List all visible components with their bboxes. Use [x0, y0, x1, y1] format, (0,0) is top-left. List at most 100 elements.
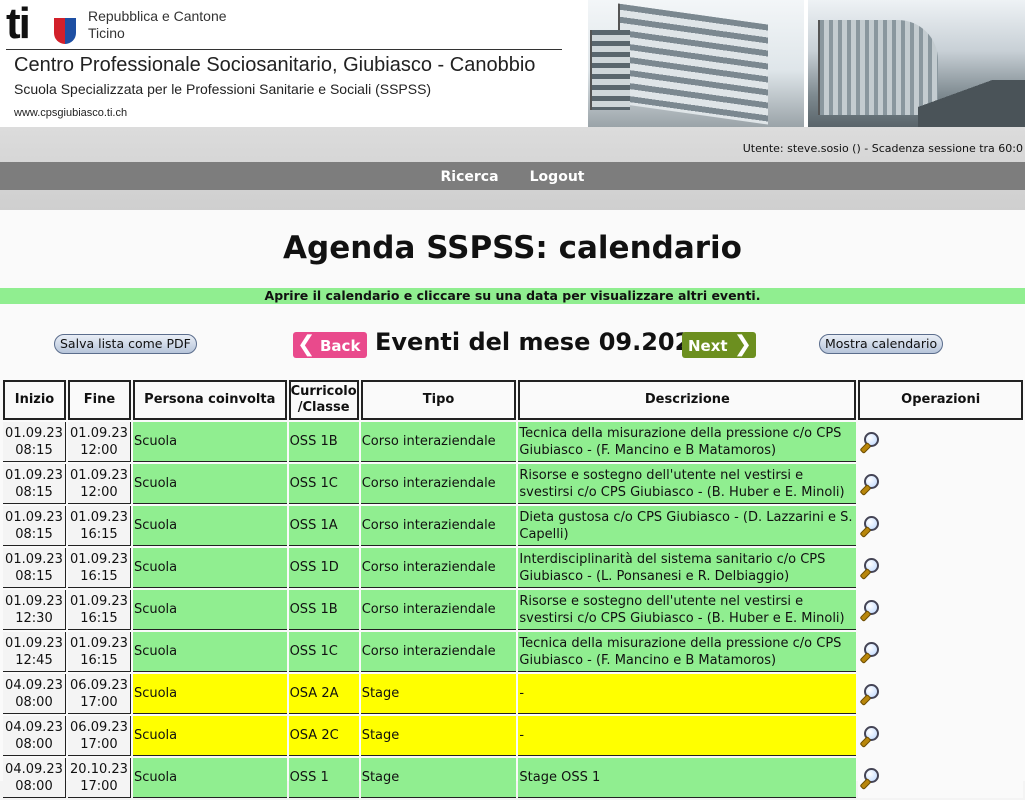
magnifier-icon[interactable]: [859, 557, 881, 579]
end-date: 06.09.23: [70, 677, 128, 693]
header-tipo[interactable]: Tipo: [360, 380, 517, 420]
magnifier-icon[interactable]: [859, 767, 881, 789]
start-time: 08:15: [15, 526, 53, 542]
start-time: 08:00: [15, 736, 53, 752]
cell-descrizione: Interdisciplinarità del sistema sanitari…: [518, 548, 857, 588]
start-time: 08:00: [15, 778, 53, 794]
cell-inizio: 04.09.23 08:00: [3, 758, 66, 798]
cell-fine: 06.09.23 17:00: [67, 674, 131, 714]
cell-persona: Scuola: [132, 464, 287, 504]
building-photo-1: [588, 0, 804, 127]
cell-operazioni: [858, 422, 1023, 462]
magnifier-icon[interactable]: [859, 683, 881, 705]
start-date: 01.09.23: [5, 467, 63, 483]
website-label: www.cpsgiubiasco.ti.ch: [14, 107, 128, 119]
cell-inizio: 04.09.23 08:00: [3, 674, 66, 714]
cell-persona: Scuola: [132, 422, 287, 462]
cell-tipo: Corso interaziendale: [360, 632, 517, 672]
republic-line-2: Ticino: [88, 25, 125, 41]
end-time: 16:15: [80, 610, 118, 626]
cell-persona: Scuola: [132, 758, 287, 798]
start-time: 08:15: [15, 484, 53, 500]
magnifier-icon[interactable]: [859, 641, 881, 663]
cell-persona: Scuola: [132, 632, 287, 672]
nav-logout[interactable]: Logout: [530, 162, 585, 192]
end-date: 01.09.23: [70, 425, 128, 441]
session-info: Utente: steve.sosio () - Scadenza sessio…: [742, 142, 1023, 155]
magnifier-icon[interactable]: [859, 473, 881, 495]
header-curricolo-line1: Curricolo: [290, 384, 357, 399]
header-persona[interactable]: Persona coinvolta: [132, 380, 287, 420]
save-pdf-button[interactable]: Salva lista come PDF: [54, 334, 197, 354]
cell-fine: 06.09.23 17:00: [67, 716, 131, 756]
end-time: 17:00: [80, 778, 118, 794]
nav-ricerca[interactable]: Ricerca: [441, 162, 499, 192]
cell-classe: OSA 2C: [288, 716, 359, 756]
cell-tipo: Stage: [360, 674, 517, 714]
republic-label: Repubblica e Cantone Ticino: [88, 8, 288, 42]
canton-shield-icon: [54, 18, 76, 44]
next-button[interactable]: Next ❯: [682, 332, 756, 358]
end-time: 16:15: [80, 652, 118, 668]
back-button-label: Back: [320, 337, 361, 355]
cell-inizio: 01.09.23 08:15: [3, 422, 66, 462]
cell-descrizione: -: [518, 716, 857, 756]
start-time: 08:00: [15, 694, 53, 710]
end-date: 06.09.23: [70, 719, 128, 735]
end-date: 01.09.23: [70, 551, 128, 567]
cell-tipo: Corso interaziendale: [360, 590, 517, 630]
cell-persona: Scuola: [132, 716, 287, 756]
cell-descrizione: Dieta gustosa c/o CPS Giubiasco - (D. La…: [518, 506, 857, 546]
end-time: 16:15: [80, 568, 118, 584]
cell-classe: OSS 1C: [288, 464, 359, 504]
cell-inizio: 01.09.23 12:30: [3, 590, 66, 630]
start-date: 01.09.23: [5, 551, 63, 567]
header-fine[interactable]: Fine: [67, 380, 131, 420]
cell-classe: OSS 1B: [288, 590, 359, 630]
ti-logo-text: ti: [6, 0, 31, 48]
header-divider: [6, 49, 562, 50]
building-photo-2: [808, 0, 1025, 127]
end-date: 01.09.23: [70, 635, 128, 651]
magnifier-icon[interactable]: [859, 599, 881, 621]
cell-descrizione: -: [518, 674, 857, 714]
republic-line-1: Repubblica e Cantone: [88, 8, 227, 24]
main-navbar: Ricerca Logout: [0, 162, 1025, 190]
show-calendar-button[interactable]: Mostra calendario: [819, 334, 944, 354]
cell-descrizione: Stage OSS 1: [518, 758, 857, 798]
table-row: 01.09.23 12:45 01.09.23 16:15 Scuola OSS 1C Co…: [3, 632, 1023, 672]
cell-fine: 01.09.23 16:15: [67, 590, 131, 630]
back-button[interactable]: ❮ Back: [293, 332, 367, 358]
magnifier-icon[interactable]: [859, 725, 881, 747]
cell-tipo: Corso interaziendale: [360, 422, 517, 462]
start-date: 04.09.23: [5, 677, 63, 693]
header-descrizione[interactable]: Descrizione: [518, 380, 857, 420]
table-row: 04.09.23 08:00 06.09.23 17:00 Scuola OSA 2A St…: [3, 674, 1023, 714]
cell-descrizione: Tecnica della misurazione della pression…: [518, 632, 857, 672]
end-time: 12:00: [80, 484, 118, 500]
table-row: 01.09.23 12:30 01.09.23 16:15 Scuola OSS 1B Co…: [3, 590, 1023, 630]
events-table: Inizio Fine Persona coinvolta Curricolo /…: [1, 378, 1025, 800]
magnifier-icon[interactable]: [859, 515, 881, 537]
end-time: 12:00: [80, 442, 118, 458]
end-date: 01.09.23: [70, 467, 128, 483]
cell-inizio: 01.09.23 08:15: [3, 548, 66, 588]
header-inizio[interactable]: Inizio: [3, 380, 66, 420]
table-row: 04.09.23 08:00 06.09.23 17:00 Scuola OSA 2C St…: [3, 716, 1023, 756]
chevron-right-icon: ❯: [733, 332, 752, 357]
table-header-row: Inizio Fine Persona coinvolta Curricolo /…: [3, 380, 1023, 420]
header-curricolo[interactable]: Curricolo/Classe: [288, 380, 359, 420]
cell-classe: OSA 2A: [288, 674, 359, 714]
cell-operazioni: [858, 674, 1023, 714]
start-date: 04.09.23: [5, 719, 63, 735]
chevron-left-icon: ❮: [297, 332, 316, 357]
cell-descrizione: Tecnica della misurazione della pression…: [518, 422, 857, 462]
cell-persona: Scuola: [132, 548, 287, 588]
table-row: 01.09.23 08:15 01.09.23 16:15 Scuola OSS 1D Co…: [3, 548, 1023, 588]
cell-persona: Scuola: [132, 674, 287, 714]
cell-operazioni: [858, 632, 1023, 672]
start-date: 04.09.23: [5, 761, 63, 777]
end-time: 17:00: [80, 736, 118, 752]
magnifier-icon[interactable]: [859, 431, 881, 453]
cell-operazioni: [858, 716, 1023, 756]
